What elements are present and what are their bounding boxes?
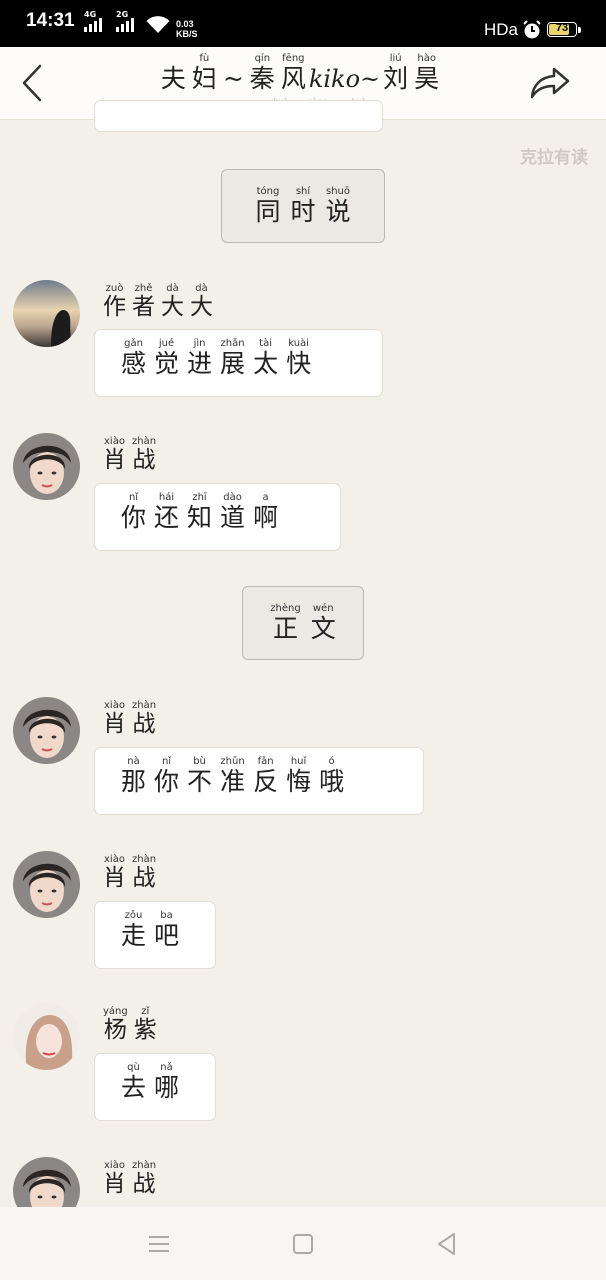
xiao-zhan-avatar[interactable] [13, 697, 80, 764]
title-latin-text: kiko~ [308, 65, 381, 91]
speaker-name: xiào 肖 zhàn 战 [100, 436, 159, 474]
name-char: zhàn 战 [132, 700, 157, 737]
name-char: zhàn 战 [132, 1160, 157, 1197]
message-char: tài 太 [253, 338, 279, 378]
message-char: nà 那 [121, 756, 147, 796]
title-char: fēng 风 [280, 53, 306, 91]
back-arrow-icon[interactable] [18, 63, 48, 103]
name-char: zuò 作 [103, 283, 126, 320]
message-char: zhǔn 准 [220, 756, 246, 796]
speaker-name: zuò 作 zhě 者 dà 大 dà 大 [100, 283, 216, 321]
title-char: qín 秦 [249, 53, 275, 91]
name-char: yáng 杨 [103, 1006, 128, 1043]
message-char: nǎ 哪 [154, 1062, 180, 1102]
message-char: qù 去 [121, 1062, 147, 1102]
alarm-icon [523, 20, 541, 39]
message-char: kuài 快 [286, 338, 312, 378]
message-char: gǎn 感 [121, 338, 147, 378]
name-char: dà 大 [190, 283, 213, 320]
xiao-zhan-avatar[interactable] [13, 851, 80, 918]
narration-char: shuō 说 [325, 185, 351, 226]
message-char: ba 吧 [154, 910, 180, 950]
narration-char: shí 时 [290, 185, 316, 226]
message-bubble: gǎn 感 jué 觉 jìn 进 zhǎn 展 tài 太 kuài 快 [94, 329, 383, 397]
message-char: hái 还 [154, 492, 180, 532]
hd-indicator: HDa [484, 20, 519, 39]
home-square-icon[interactable] [290, 1231, 316, 1257]
message-bubble: qù 去 nǎ 哪 [94, 1053, 216, 1121]
name-char: zhàn 战 [132, 854, 157, 891]
share-icon[interactable] [528, 65, 572, 101]
name-char: zhàn 战 [132, 436, 157, 473]
title-char: 夫 [160, 64, 186, 91]
narration-char: zhèng 正 [270, 602, 301, 643]
xiao-zhan-avatar[interactable] [13, 433, 80, 500]
author-avatar[interactable] [13, 280, 80, 347]
name-char: xiào 肖 [103, 700, 126, 737]
title-char: ~ [222, 64, 244, 91]
message-char: nǐ 你 [154, 756, 180, 796]
message-bubble: nǐ 你 hái 还 zhī 知 dào 道 a 啊 [94, 483, 341, 551]
message-char: a啊 [253, 492, 279, 532]
speaker-name: xiào 肖 zhàn 战 [100, 854, 159, 892]
speaker-name: xiào 肖 zhàn 战 [100, 700, 159, 738]
system-nav-bar [0, 1207, 606, 1280]
message-char: jué 觉 [154, 338, 180, 378]
name-char: zhě 者 [132, 283, 155, 320]
signal-sim1-icon: 4G [84, 10, 102, 32]
message-char: jìn 进 [187, 338, 213, 378]
yang-zi-avatar[interactable] [13, 1003, 80, 1070]
system-narration-box: zhèng 正 wén 文 [242, 586, 364, 660]
story-title: 夫 fù 妇 ~ qín 秦 fēng 风 kiko~ liú 刘 hào 昊 [140, 53, 460, 91]
name-char: zǐ 紫 [133, 1006, 157, 1043]
message-char: fǎn 反 [253, 756, 279, 796]
name-char: xiào 肖 [103, 436, 126, 473]
back-triangle-icon[interactable] [434, 1231, 460, 1257]
name-char: xiào 肖 [103, 1160, 126, 1197]
network-speed: 0.03 KB/S [176, 19, 198, 39]
app-watermark: 克拉有读 [520, 148, 588, 168]
message-char: huǐ 悔 [286, 756, 312, 796]
battery-icon: 73 [547, 22, 577, 37]
title-char: fù 妇 [191, 53, 217, 91]
message-char: zhī 知 [187, 492, 213, 532]
message-bubble: nà 那 nǐ 你 bù 不 zhǔn 准 fǎn 反 huǐ 悔 ó 哦 [94, 747, 424, 815]
title-char: hào 昊 [414, 53, 440, 91]
message-char: nǐ 你 [121, 492, 147, 532]
system-narration-box: tóng 同 shí 时 shuō 说 [221, 169, 385, 243]
message-char: zǒu 走 [121, 910, 147, 950]
signal-sim2-icon: 2G [116, 10, 134, 32]
message-char: bù 不 [187, 756, 213, 796]
status-bar: 14:31 4G 2G 0.03 KB/S HDa 73 [0, 0, 606, 47]
message-char: zhǎn 展 [220, 338, 246, 378]
previous-message-bubble [94, 100, 383, 132]
speaker-name: xiào 肖 zhàn 战 [100, 1160, 159, 1198]
message-char: ó哦 [319, 756, 345, 796]
menu-icon[interactable] [146, 1231, 172, 1257]
name-char: dà 大 [161, 283, 184, 320]
title-char: liú 刘 [383, 53, 409, 91]
narration-char: tóng 同 [255, 185, 281, 226]
status-time: 14:31 [26, 10, 75, 31]
narration-char: wén 文 [310, 602, 336, 643]
name-char: xiào 肖 [103, 854, 126, 891]
speaker-name: yáng 杨 zǐ 紫 [100, 1006, 160, 1044]
message-char: dào 道 [220, 492, 246, 532]
message-bubble: zǒu 走 ba 吧 [94, 901, 216, 969]
wifi-icon [146, 16, 170, 33]
